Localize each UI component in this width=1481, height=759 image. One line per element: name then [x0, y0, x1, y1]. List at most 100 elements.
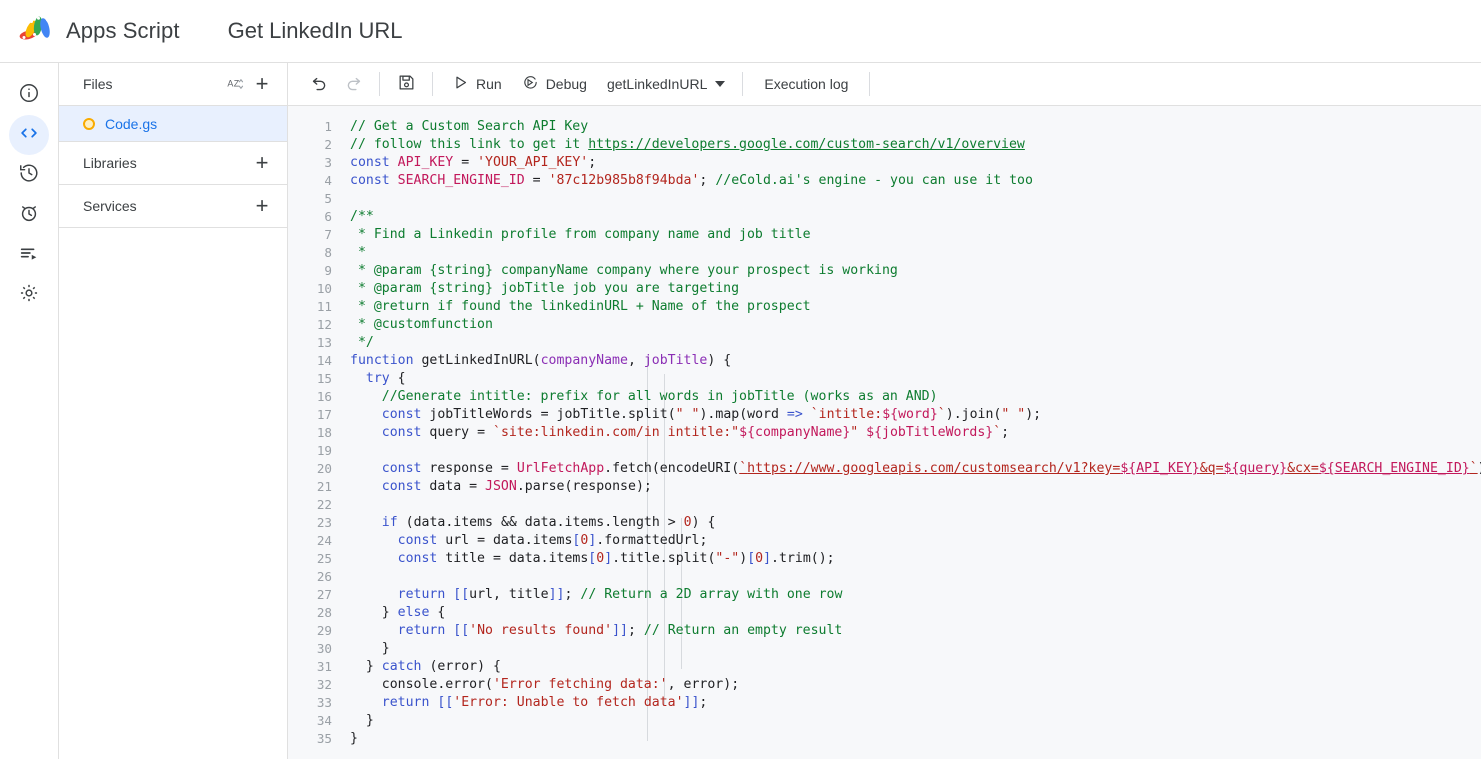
brand-name[interactable]: Apps Script	[66, 18, 180, 44]
add-file-icon[interactable]: +	[249, 71, 275, 97]
line-content[interactable]: const data = JSON.parse(response);	[350, 478, 1481, 496]
line-content[interactable]: if (data.items && data.items.length > 0)…	[350, 514, 1481, 532]
file-panel: Files A Z + Code.gs Libraries + Services…	[59, 63, 288, 759]
sidebar-item-history[interactable]	[9, 155, 49, 195]
code-line[interactable]: 19	[288, 442, 1481, 460]
sort-az-icon[interactable]: A Z	[223, 71, 249, 97]
line-content[interactable]: */	[350, 334, 1481, 352]
toolbar-divider-3	[742, 72, 744, 96]
line-content[interactable]: }	[350, 640, 1481, 658]
code-line[interactable]: 21 const data = JSON.parse(response);	[288, 478, 1481, 496]
line-content[interactable]: } else {	[350, 604, 1481, 622]
page-title[interactable]: Get LinkedIn URL	[228, 18, 403, 44]
line-number: 2	[324, 137, 332, 152]
code-line[interactable]: 25 const title = data.items[0].title.spl…	[288, 550, 1481, 568]
code-line[interactable]: 22	[288, 496, 1481, 514]
code-line[interactable]: 8 *	[288, 244, 1481, 262]
sidebar-item-triggers[interactable]	[9, 195, 49, 235]
code-line[interactable]: 17 const jobTitleWords = jobTitle.split(…	[288, 406, 1481, 424]
run-button[interactable]: Run	[442, 67, 512, 101]
line-content[interactable]: const query = `site:linkedin.com/in inti…	[350, 424, 1481, 442]
code-line[interactable]: 6 /**	[288, 208, 1481, 226]
line-content[interactable]: return [['No results found']]; // Return…	[350, 622, 1481, 640]
sidebar-item-executions[interactable]	[9, 235, 49, 275]
code-line[interactable]: 3 const API_KEY = 'YOUR_API_KEY';	[288, 154, 1481, 172]
code-line[interactable]: 28 } else {	[288, 604, 1481, 622]
code-line[interactable]: 26	[288, 568, 1481, 586]
code-line[interactable]: 31 } catch (error) {	[288, 658, 1481, 676]
code-line[interactable]: 11 * @return if found the linkedinURL + …	[288, 298, 1481, 316]
line-content[interactable]: *	[350, 244, 1481, 262]
sidebar-item-settings[interactable]	[9, 275, 49, 315]
code-line[interactable]: 34 }	[288, 712, 1481, 730]
code-line[interactable]: 9 * @param {string} companyName company …	[288, 262, 1481, 280]
execution-log-button[interactable]: Execution log	[752, 76, 860, 92]
code-line[interactable]: 18 const query = `site:linkedin.com/in i…	[288, 424, 1481, 442]
code-line[interactable]: 33 return [['Error: Unable to fetch data…	[288, 694, 1481, 712]
line-content[interactable]: * @param {string} companyName company wh…	[350, 262, 1481, 280]
line-content[interactable]: const url = data.items[0].formattedUrl;	[350, 532, 1481, 550]
libraries-label: Libraries	[83, 155, 137, 171]
line-content[interactable]: const title = data.items[0].title.split(…	[350, 550, 1481, 568]
code-line[interactable]: 32 console.error('Error fetching data:',…	[288, 676, 1481, 694]
code-line[interactable]: 1 // Get a Custom Search API Key	[288, 118, 1481, 136]
line-number: 26	[316, 569, 332, 584]
function-select[interactable]: getLinkedInURL	[597, 67, 733, 101]
line-content[interactable]: console.error('Error fetching data:', er…	[350, 676, 1481, 694]
services-section-header[interactable]: Services +	[59, 185, 287, 228]
code-line[interactable]: 5	[288, 190, 1481, 208]
line-content[interactable]: const jobTitleWords = jobTitle.split(" "…	[350, 406, 1481, 424]
code-line[interactable]: 10 * @param {string} jobTitle job you ar…	[288, 280, 1481, 298]
code-line[interactable]: 4 const SEARCH_ENGINE_ID = '87c12b985b8f9…	[288, 172, 1481, 190]
line-content[interactable]	[350, 496, 1481, 514]
line-content[interactable]: const response = UrlFetchApp.fetch(encod…	[350, 460, 1481, 478]
line-number: 20	[316, 461, 332, 476]
line-content[interactable]: //Generate intitle: prefix for all words…	[350, 388, 1481, 406]
line-content[interactable]: }	[350, 730, 1481, 748]
code-line[interactable]: 35}	[288, 730, 1481, 748]
code-line[interactable]: 13 */	[288, 334, 1481, 352]
code-line[interactable]: 2 // follow this link to get it https://d…	[288, 136, 1481, 154]
code-line[interactable]: 30 }	[288, 640, 1481, 658]
code-line[interactable]: 27 return [[url, title]]; // Return a 2D…	[288, 586, 1481, 604]
line-content[interactable]: return [[url, title]]; // Return a 2D ar…	[350, 586, 1481, 604]
file-item-code-gs[interactable]: Code.gs	[59, 106, 287, 142]
line-content[interactable]: return [['Error: Unable to fetch data']]…	[350, 694, 1481, 712]
line-content[interactable]	[350, 442, 1481, 460]
libraries-section-header[interactable]: Libraries +	[59, 142, 287, 185]
line-content[interactable]: } catch (error) {	[350, 658, 1481, 676]
line-content[interactable]: /**	[350, 208, 1481, 226]
code-line[interactable]: 12 * @customfunction	[288, 316, 1481, 334]
code-line[interactable]: 20 const response = UrlFetchApp.fetch(en…	[288, 460, 1481, 478]
save-button[interactable]	[389, 67, 423, 101]
line-content[interactable]: * @customfunction	[350, 316, 1481, 334]
line-content[interactable]: // Get a Custom Search API Key	[350, 118, 1481, 136]
line-content[interactable]: * @param {string} jobTitle job you are t…	[350, 280, 1481, 298]
code-line[interactable]: 14 function getLinkedInURL(companyName, j…	[288, 352, 1481, 370]
code-line[interactable]: 7 * Find a Linkedin profile from company…	[288, 226, 1481, 244]
line-content[interactable]: // follow this link to get it https://de…	[350, 136, 1481, 154]
line-content[interactable]: try {	[350, 370, 1481, 388]
sidebar-item-overview[interactable]	[9, 75, 49, 115]
line-content[interactable]: * @return if found the linkedinURL + Nam…	[350, 298, 1481, 316]
code-line[interactable]: 24 const url = data.items[0].formattedUr…	[288, 532, 1481, 550]
line-content[interactable]	[350, 568, 1481, 586]
debug-button[interactable]: Debug	[512, 67, 597, 101]
add-service-icon[interactable]: +	[249, 193, 275, 219]
sidebar-item-editor[interactable]	[9, 115, 49, 155]
line-content[interactable]	[350, 190, 1481, 208]
add-library-icon[interactable]: +	[249, 150, 275, 176]
code-editor[interactable]: 1 // Get a Custom Search API Key 2 // follo…	[288, 106, 1481, 759]
redo-button[interactable]	[336, 67, 370, 101]
file-name-label: Code.gs	[105, 115, 158, 132]
line-content[interactable]: function getLinkedInURL(companyName, job…	[350, 352, 1481, 370]
code-line[interactable]: 23 if (data.items && data.items.length >…	[288, 514, 1481, 532]
code-line[interactable]: 16 //Generate intitle: prefix for all wo…	[288, 388, 1481, 406]
line-content[interactable]: const SEARCH_ENGINE_ID = '87c12b985b8f94…	[350, 172, 1481, 190]
code-line[interactable]: 29 return [['No results found']]; // Ret…	[288, 622, 1481, 640]
line-content[interactable]: * Find a Linkedin profile from company n…	[350, 226, 1481, 244]
line-content[interactable]: const API_KEY = 'YOUR_API_KEY';	[350, 154, 1481, 172]
line-content[interactable]: }	[350, 712, 1481, 730]
undo-button[interactable]	[302, 67, 336, 101]
code-line[interactable]: 15 try {	[288, 370, 1481, 388]
